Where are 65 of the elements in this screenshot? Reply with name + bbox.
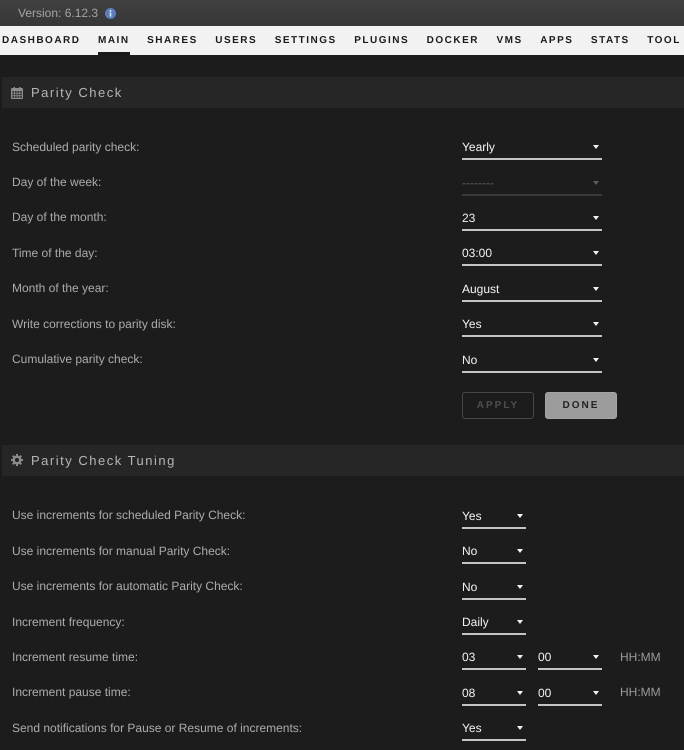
time-format-hint: HH:MM	[620, 685, 661, 700]
caret-icon	[517, 690, 523, 695]
dropdown[interactable]: 00	[538, 646, 602, 670]
nav-tab[interactable]: APPS	[540, 26, 574, 55]
section-title: Parity Check Tuning	[31, 452, 176, 468]
nav-tab[interactable]: PLUGINS	[354, 26, 410, 55]
dropdown[interactable]: 03:00	[462, 242, 602, 266]
setting-label: Use increments for scheduled Parity Check:	[12, 508, 246, 522]
caret-icon	[593, 180, 599, 185]
nav-tab[interactable]: SETTINGS	[274, 26, 337, 55]
nav-tab[interactable]: DOCKER	[426, 26, 480, 55]
dropdown[interactable]: 03	[462, 646, 526, 670]
caret-icon	[517, 620, 523, 624]
caret-icon	[593, 690, 599, 695]
section-title: Parity Check	[31, 85, 123, 100]
setting-label: Time of the day:	[12, 246, 99, 260]
setting-label: Day of the week:	[12, 175, 102, 190]
dropdown[interactable]: Daily	[462, 611, 526, 636]
caret-icon	[593, 216, 599, 220]
dropdown[interactable]: No	[462, 540, 526, 564]
info-icon[interactable]	[105, 8, 116, 18]
caret-icon	[517, 514, 523, 518]
calendar-icon	[11, 86, 23, 98]
dropdown[interactable]: August	[462, 278, 602, 302]
nav-tab[interactable]: TOOL	[647, 26, 681, 55]
setting-label: Increment pause time:	[12, 685, 132, 700]
dropdown[interactable]: 00	[538, 682, 602, 706]
dropdown[interactable]: No	[462, 576, 526, 600]
dropdown[interactable]: No	[462, 348, 602, 373]
time-format-hint: HH:MM	[620, 650, 661, 664]
nav-tab[interactable]: USERS	[215, 26, 258, 55]
setting-label: Use increments for manual Parity Check:	[12, 544, 232, 558]
done-button[interactable]: DONE	[545, 392, 617, 419]
setting-label: Send notifications for Pause or Resume of increments:	[12, 720, 304, 735]
dropdown[interactable]: Yes	[462, 717, 526, 742]
setting-label: Day of the month:	[12, 210, 108, 224]
nav-tab[interactable]: STATS	[590, 26, 630, 55]
caret-icon	[593, 322, 599, 326]
caret-icon	[593, 358, 599, 362]
setting-label: Month of the year:	[12, 281, 110, 296]
nav-tab[interactable]: VMS	[496, 26, 523, 55]
caret-icon	[517, 655, 523, 660]
setting-label: Write corrections to parity disk:	[12, 316, 177, 331]
version-text: Version: 6.12.3	[18, 6, 98, 20]
caret-icon	[517, 584, 523, 589]
setting-label: Scheduled parity check:	[12, 140, 140, 154]
dropdown[interactable]: Yes	[462, 313, 602, 338]
setting-label: Cumulative parity check:	[12, 352, 144, 366]
dropdown[interactable]: 23	[462, 206, 602, 231]
nav-tab[interactable]: SHARES	[147, 26, 198, 55]
nav-tab[interactable]: MAIN	[98, 26, 130, 55]
caret-icon	[517, 726, 523, 730]
caret-icon	[593, 251, 599, 256]
dropdown[interactable]: Yearly	[462, 136, 602, 160]
caret-icon	[593, 145, 599, 150]
nav-tab[interactable]: DASHBOARD	[2, 26, 80, 55]
dropdown[interactable]: 08	[462, 682, 526, 706]
caret-icon	[593, 286, 599, 291]
setting-label: Increment frequency:	[12, 614, 126, 629]
caret-icon	[593, 655, 599, 660]
dropdown[interactable]: Yes	[462, 504, 526, 529]
setting-label: Use increments for automatic Parity Check:	[12, 579, 244, 594]
gear-icon	[11, 454, 23, 466]
caret-icon	[517, 549, 523, 554]
setting-label: Increment resume time:	[12, 650, 140, 664]
